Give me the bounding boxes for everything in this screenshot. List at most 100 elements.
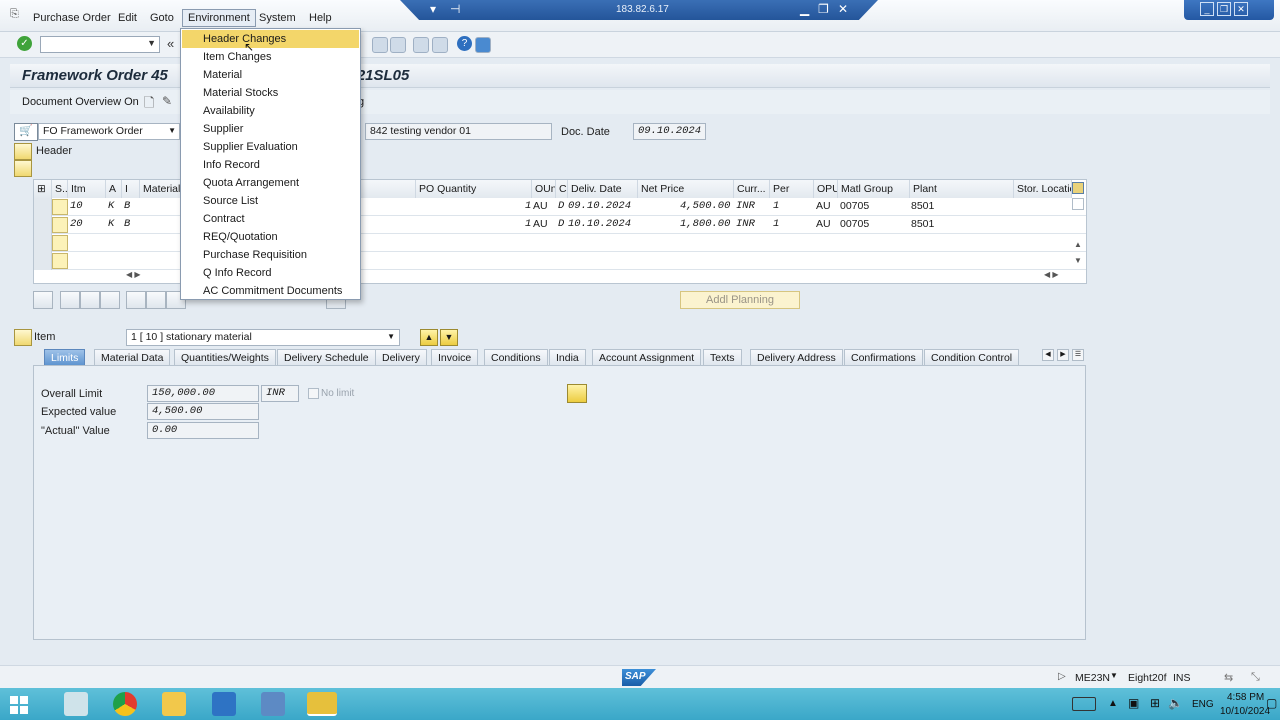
tab-delivery-address[interactable]: Delivery Address bbox=[750, 349, 843, 365]
currency-field[interactable]: INR bbox=[261, 385, 299, 402]
row-status-cell[interactable] bbox=[52, 235, 68, 251]
doc-date-field[interactable]: 09.10.2024 bbox=[633, 123, 706, 140]
help-icon[interactable]: ? bbox=[457, 36, 472, 51]
layout-icon[interactable]: ⇆ bbox=[1224, 671, 1233, 684]
cell-itm[interactable]: 10 bbox=[70, 200, 83, 212]
paste-icon[interactable] bbox=[80, 291, 100, 309]
col-per[interactable]: Per bbox=[770, 180, 814, 198]
tab-account-assignment[interactable]: Account Assignment bbox=[592, 349, 702, 365]
scroll-down-icon[interactable]: ▼ bbox=[1074, 256, 1082, 265]
col-net-price[interactable]: Net Price bbox=[638, 180, 734, 198]
document-overview-button[interactable]: Document Overview On bbox=[22, 96, 139, 108]
cell-a[interactable]: K bbox=[108, 200, 114, 212]
scroll-right-icon[interactable]: ◀ ▶ bbox=[1044, 270, 1059, 279]
insert-icon[interactable] bbox=[100, 291, 120, 309]
menu-item-contract[interactable]: Contract bbox=[182, 210, 359, 228]
tab-limits[interactable]: Limits bbox=[44, 349, 86, 365]
cell-i[interactable]: B bbox=[124, 200, 130, 212]
col-opu[interactable]: OPU bbox=[814, 180, 838, 198]
command-field[interactable]: ▼ bbox=[40, 36, 160, 53]
col-po-quantity[interactable]: PO Quantity bbox=[416, 180, 532, 198]
scroll-up-icon[interactable]: ▲ bbox=[1074, 240, 1082, 249]
expand-item-icon[interactable] bbox=[14, 329, 32, 346]
lock-icon[interactable] bbox=[146, 291, 166, 309]
settings-icon[interactable]: ✎ bbox=[162, 94, 172, 108]
cell-net-price[interactable]: 1,800.00 bbox=[680, 218, 730, 230]
addl-planning-button[interactable]: Addl Planning bbox=[680, 291, 800, 309]
cell-net-price[interactable]: 4,500.00 bbox=[680, 200, 730, 212]
cell-qty[interactable]: 1 bbox=[525, 200, 531, 212]
cell-opu[interactable]: AU bbox=[816, 200, 831, 212]
minimize-icon[interactable]: ▁ bbox=[800, 2, 809, 16]
tab-delivery-schedule[interactable]: Delivery Schedule bbox=[277, 349, 376, 365]
cell-a[interactable]: K bbox=[108, 218, 114, 230]
chevron-down-icon[interactable]: ▼ bbox=[387, 332, 395, 341]
resize-icon[interactable]: ⤡ bbox=[1251, 671, 1260, 684]
actual-value-field[interactable]: 0.00 bbox=[147, 422, 259, 439]
language-indicator[interactable]: ENG bbox=[1192, 699, 1214, 710]
vertical-scrollbar[interactable] bbox=[1072, 198, 1084, 210]
menu-item-supplier-evaluation[interactable]: Supplier Evaluation bbox=[182, 138, 359, 156]
menu-edit[interactable]: Edit bbox=[113, 10, 142, 26]
cell-currency[interactable]: INR bbox=[736, 218, 755, 230]
col-oun[interactable]: OUn bbox=[532, 180, 556, 198]
previous-item-button[interactable]: ▲ bbox=[420, 329, 438, 346]
menu-item-item-changes[interactable]: Item Changes bbox=[182, 48, 359, 66]
menu-item-info-record[interactable]: Info Record bbox=[182, 156, 359, 174]
vendor-field[interactable]: 842 testing vendor 01 bbox=[365, 123, 552, 140]
tab-confirmations[interactable]: Confirmations bbox=[844, 349, 923, 365]
chrome-icon[interactable] bbox=[113, 692, 137, 716]
menu-item-supplier[interactable]: Supplier bbox=[182, 120, 359, 138]
shortcut-icon[interactable] bbox=[432, 37, 448, 53]
network-tray-icon[interactable]: ⊞ bbox=[1150, 696, 1160, 710]
next-item-button[interactable]: ▼ bbox=[440, 329, 458, 346]
clock-date[interactable]: 10/10/2024 bbox=[1220, 706, 1270, 717]
chevron-down-icon[interactable]: ▼ bbox=[147, 38, 156, 48]
cell-opu[interactable]: AU bbox=[816, 218, 831, 230]
scroll-left-icon[interactable]: ◀ ▶ bbox=[126, 270, 141, 279]
row-status-cell[interactable] bbox=[52, 217, 68, 233]
enter-icon[interactable]: ✓ bbox=[17, 36, 32, 51]
expand-overview-icon[interactable] bbox=[14, 160, 32, 177]
tab-invoice[interactable]: Invoice bbox=[431, 349, 479, 365]
new-document-icon[interactable]: 🗋 bbox=[144, 94, 154, 116]
volume-icon[interactable]: 🔈 bbox=[1168, 696, 1183, 710]
col-currency[interactable]: Curr... bbox=[734, 180, 770, 198]
expand-header-icon[interactable] bbox=[14, 143, 32, 160]
sap-logon-icon[interactable] bbox=[307, 692, 337, 716]
restore-icon[interactable]: ❐ bbox=[818, 2, 829, 16]
row-selector[interactable] bbox=[34, 216, 52, 234]
minimize-icon[interactable]: _ bbox=[1200, 2, 1214, 16]
notifications-icon[interactable]: ▢ bbox=[1266, 696, 1277, 710]
tab-scroll-right-icon[interactable]: ▶ bbox=[1057, 349, 1069, 361]
folder-tray-icon[interactable]: ▣ bbox=[1128, 696, 1139, 710]
cell-c[interactable]: D bbox=[558, 218, 564, 230]
system-menu-icon[interactable]: ⎘ bbox=[10, 8, 19, 21]
tab-quantities-weights[interactable]: Quantities/Weights bbox=[174, 349, 276, 365]
limit-details-icon[interactable] bbox=[567, 384, 587, 403]
menu-item-req-quotation[interactable]: REQ/Quotation bbox=[182, 228, 359, 246]
menu-item-availability[interactable]: Availability bbox=[182, 102, 359, 120]
cell-oun[interactable]: AU bbox=[533, 200, 548, 212]
overall-limit-field[interactable]: 150,000.00 bbox=[147, 385, 259, 402]
col-i[interactable]: I bbox=[122, 180, 140, 198]
tab-material-data[interactable]: Material Data bbox=[94, 349, 171, 365]
cell-per[interactable]: 1 bbox=[773, 200, 779, 212]
menu-item-material-stocks[interactable]: Material Stocks bbox=[182, 84, 359, 102]
chevron-down-icon[interactable]: ▾ bbox=[430, 2, 436, 16]
cell-c[interactable]: D bbox=[558, 200, 564, 212]
row-status-cell[interactable] bbox=[52, 253, 68, 269]
find-icon[interactable] bbox=[372, 37, 388, 53]
row-status-cell[interactable] bbox=[52, 199, 68, 215]
details-icon[interactable] bbox=[33, 291, 53, 309]
cell-deliv-date[interactable]: 10.10.2024 bbox=[568, 218, 631, 230]
col-a[interactable]: A bbox=[106, 180, 122, 198]
row-selector[interactable] bbox=[34, 252, 52, 270]
cart-icon[interactable]: 🛒 bbox=[14, 123, 38, 141]
table-settings-icon[interactable]: ⊞ bbox=[34, 180, 52, 198]
col-matl-group[interactable]: Matl Group bbox=[838, 180, 910, 198]
pin-icon[interactable]: ⊣ bbox=[450, 2, 460, 16]
menu-item-material[interactable]: Material bbox=[182, 66, 359, 84]
network-icon[interactable] bbox=[261, 692, 285, 716]
menu-item-ac-commitment-documents[interactable]: AC Commitment Documents bbox=[182, 282, 359, 300]
